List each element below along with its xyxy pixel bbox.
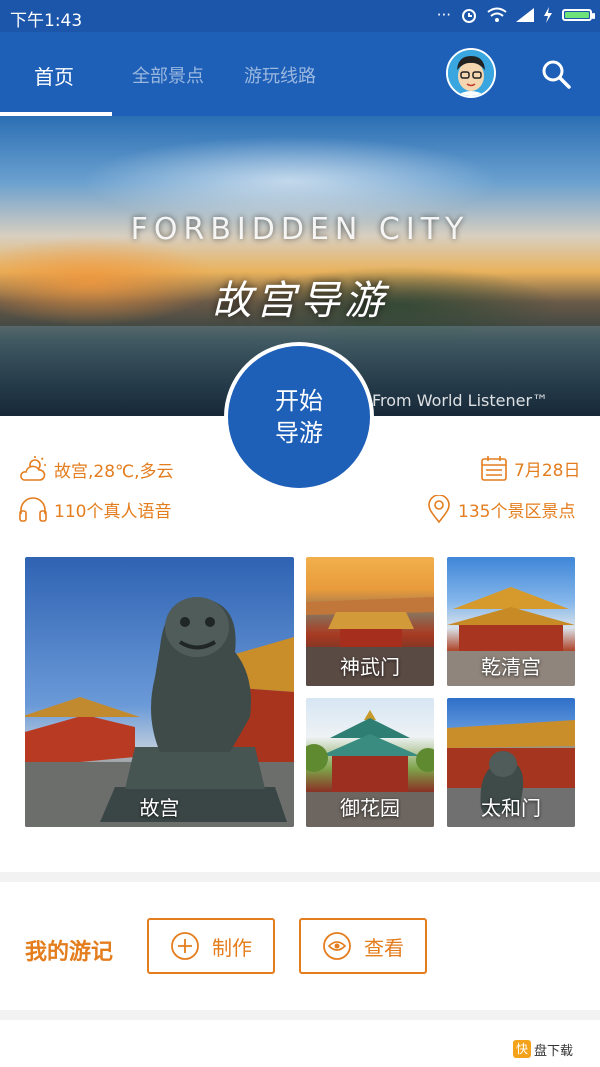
watermark-logo: 快 bbox=[513, 1040, 531, 1058]
alarm-icon bbox=[462, 9, 476, 23]
headphones-icon bbox=[19, 497, 47, 522]
location-pin-icon bbox=[428, 495, 450, 523]
tile-shenwu-gate-label: 神武门 bbox=[340, 655, 400, 679]
banner-credit: From World Listener™ bbox=[372, 391, 549, 410]
watermark-text: 盘下载 bbox=[534, 1043, 574, 1059]
create-note-button[interactable]: 制作 bbox=[147, 918, 275, 974]
status-bar: 下午1:43 ··· bbox=[0, 0, 600, 32]
view-notes-label: 查看 bbox=[364, 935, 404, 960]
start-guide-line1: 开始 bbox=[275, 387, 323, 415]
plus-circle-icon bbox=[171, 932, 199, 960]
status-icons: ··· bbox=[436, 5, 595, 25]
create-note-label: 制作 bbox=[212, 935, 252, 960]
spots-text: 135个景区景点 bbox=[458, 501, 576, 522]
tab-home[interactable]: 首页 bbox=[34, 61, 74, 90]
battery-icon bbox=[562, 9, 595, 21]
charging-icon bbox=[544, 7, 552, 23]
calendar-icon bbox=[481, 456, 507, 481]
audio-text: 110个真人语音 bbox=[54, 501, 172, 522]
banner-title: FORBIDDEN CITY bbox=[130, 212, 470, 247]
status-time: 下午1:43 bbox=[10, 11, 83, 31]
spots-info: 135个景区景点 bbox=[426, 495, 575, 523]
tab-all-attractions[interactable]: 全部景点 bbox=[132, 62, 204, 88]
banner-subtitle: 故宫导游 bbox=[212, 278, 388, 324]
download-watermark: 快 盘下载 bbox=[510, 1036, 596, 1062]
tile-forbidden-city[interactable]: 故宫 bbox=[25, 557, 294, 827]
weather-text: 故宫,28℃,多云 bbox=[54, 461, 174, 482]
tab-tour-routes[interactable]: 游玩线路 bbox=[244, 62, 316, 88]
tile-qianqing-palace-label: 乾清宫 bbox=[481, 655, 541, 679]
app-header: 首页 全部景点 游玩线路 bbox=[0, 32, 600, 116]
wifi-icon bbox=[487, 7, 507, 22]
audio-info: 110个真人语音 bbox=[18, 496, 171, 522]
tile-forbidden-city-label: 故宫 bbox=[139, 796, 180, 820]
start-guide-button[interactable]: 开始 导游 bbox=[224, 342, 374, 492]
travel-notes-title: 我的游记 bbox=[25, 940, 114, 965]
tile-qianqing-palace[interactable]: 乾清宫 bbox=[447, 557, 575, 686]
tile-imperial-garden[interactable]: 御花园 bbox=[306, 698, 434, 827]
user-avatar[interactable] bbox=[446, 48, 496, 98]
tile-taihe-gate[interactable]: 太和门 bbox=[447, 698, 575, 827]
date-text: 7月28日 bbox=[514, 460, 581, 481]
tile-forbidden-city-image bbox=[25, 597, 294, 827]
date-info: 7月28日 bbox=[480, 454, 580, 482]
view-notes-button[interactable]: 查看 bbox=[299, 918, 427, 974]
weather-info: 故宫,28℃,多云 bbox=[18, 456, 174, 482]
weather-cloud-sun-icon bbox=[20, 456, 46, 481]
more-dots-icon: ··· bbox=[436, 6, 451, 24]
eye-icon bbox=[323, 932, 351, 960]
start-guide-line2: 导游 bbox=[275, 419, 323, 447]
travel-notes-section: 我的游记 制作 查看 bbox=[0, 882, 600, 1010]
tile-imperial-garden-label: 御花园 bbox=[340, 796, 400, 820]
search-icon[interactable] bbox=[540, 58, 572, 90]
tile-taihe-gate-label: 太和门 bbox=[481, 796, 541, 820]
signal-icon bbox=[516, 8, 534, 22]
tile-shenwu-gate[interactable]: 神武门 bbox=[306, 557, 434, 686]
avatar-face-icon bbox=[448, 50, 494, 96]
